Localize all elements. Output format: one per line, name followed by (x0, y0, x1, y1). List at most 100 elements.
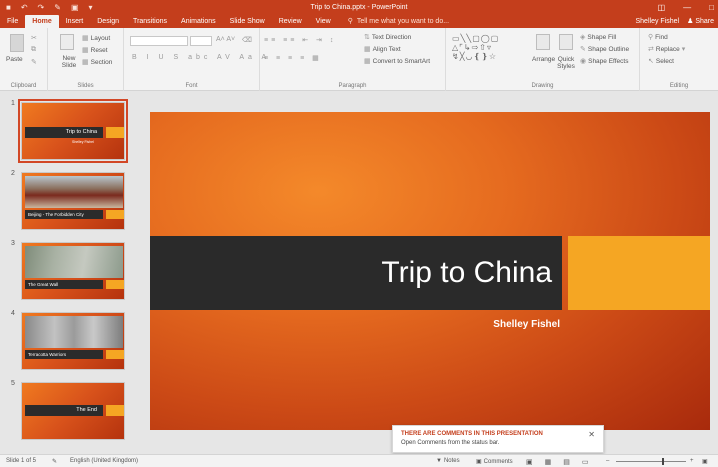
replace-button[interactable]: ⇄ Replace ▾ (648, 45, 685, 54)
zoom-out-icon[interactable]: – (606, 458, 609, 464)
drawing-label: Drawing (531, 83, 554, 89)
shape-effects-button[interactable]: ◉ Shape Effects (580, 57, 628, 66)
slide-show-icon[interactable]: ▭ (582, 458, 589, 466)
account-area: Shelley Fishel ♟ Share (636, 14, 715, 28)
comments-notification[interactable]: THERE ARE COMMENTS IN THIS PRESENTATION … (392, 425, 604, 453)
tab-transitions[interactable]: Transitions (126, 15, 174, 28)
clear-formatting-icon[interactable]: ⌫ (242, 36, 252, 44)
save-icon[interactable]: ■ (6, 3, 11, 12)
editing-group: ⚲ Find ⇄ Replace ▾ ↖ Select Editing (640, 28, 718, 91)
zoom-in-icon[interactable]: + (690, 458, 694, 464)
zoom-slider[interactable] (616, 458, 686, 465)
minimize-icon[interactable]: — (683, 3, 691, 12)
list-buttons[interactable]: ≡≡ ≡≡ ⇤ ⇥ ↕ (264, 36, 336, 44)
cut-icon[interactable]: ✂ (31, 34, 37, 42)
section-button[interactable]: ▦ Section (82, 58, 112, 67)
slide-thumbnail-1[interactable]: Trip to China Shelley Fishel (18, 99, 128, 163)
slide-number: 2 (11, 170, 15, 177)
ribbon-home: Paste ✂ ⧉ ✎ Clipboard New Slide ▦ Layout … (0, 28, 718, 91)
slide-editing-area: Trip to China Shelley Fishel (140, 92, 718, 454)
convert-smartart-button[interactable]: ▦ Convert to SmartArt (364, 57, 431, 66)
tab-home[interactable]: Home (25, 15, 59, 28)
tab-insert[interactable]: Insert (59, 15, 91, 28)
font-name-box[interactable] (130, 36, 188, 46)
spelling-icon[interactable]: ✎ (52, 458, 57, 465)
shape-outline-button[interactable]: ✎ Shape Outline (580, 45, 630, 54)
language-indicator[interactable]: English (United Kingdom) (70, 458, 138, 464)
thumb-subtitle: Shelley Fishel (72, 140, 94, 144)
maximize-icon[interactable]: □ (709, 3, 714, 12)
tab-animations[interactable]: Animations (174, 15, 223, 28)
arrange-icon[interactable] (536, 34, 550, 50)
slide-thumbnail-3[interactable]: The Great Wall (21, 242, 125, 300)
grow-font-icon[interactable]: A˄ A˅ (216, 36, 235, 43)
new-slide-button[interactable]: New Slide (58, 55, 80, 69)
quick-styles-button[interactable]: Quick Styles (555, 56, 577, 70)
slide-thumbnail-panel[interactable]: 1 Trip to China Shelley Fishel 2 Beijing… (0, 92, 140, 454)
drawing-group: ▭╲╲▢◯▢ △⌜↳⇨⇧▿ ↯╳◡❴❵☆ Arrange Quick Styles … (446, 28, 640, 91)
font-format-buttons[interactable]: B I U S abc AV Aa A (132, 54, 270, 61)
current-slide[interactable]: Trip to China Shelley Fishel (150, 112, 710, 430)
select-button[interactable]: ↖ Select (648, 57, 674, 66)
thumb-title-band: Trip to China (25, 127, 103, 138)
redo-icon[interactable]: ↷ (38, 3, 45, 12)
paste-icon[interactable] (10, 34, 24, 52)
replace-icon: ⇄ (648, 46, 654, 53)
slide-thumbnail-5[interactable]: The End (21, 382, 125, 440)
new-slide-icon[interactable] (60, 34, 74, 50)
fit-to-window-icon[interactable]: ▣ (702, 458, 708, 465)
slide-thumbnail-4[interactable]: Terracotta Warriors (21, 312, 125, 370)
thumb-caption-band: The Great Wall (25, 280, 103, 289)
close-icon[interactable]: ✕ (588, 430, 595, 439)
smartart-label: Convert to SmartArt (372, 57, 431, 65)
normal-view-icon[interactable]: ▣ (526, 458, 533, 466)
ribbon-display-options-icon[interactable]: ◫ (658, 3, 666, 12)
copy-icon[interactable]: ⧉ (31, 46, 36, 54)
touch-mode-icon[interactable]: ✎ (54, 3, 61, 12)
title-band: Trip to China (150, 236, 562, 310)
align-text-button[interactable]: ▦ Align Text (364, 45, 401, 54)
cursor-icon: ↖ (648, 58, 654, 65)
font-label: Font (185, 83, 198, 89)
tab-file[interactable]: File (0, 15, 25, 28)
slide-thumbnail-2[interactable]: Beijing - The Forbidden City (21, 172, 125, 230)
format-painter-icon[interactable]: ✎ (31, 58, 37, 66)
slide-number: 4 (11, 310, 15, 317)
tab-view[interactable]: View (309, 15, 338, 28)
notification-body: Open Comments from the status bar. (401, 440, 500, 446)
undo-icon[interactable]: ↶ (21, 3, 28, 12)
text-direction-button[interactable]: ⇅ Text Direction (364, 33, 411, 42)
start-from-beginning-icon[interactable]: ▣ (71, 3, 79, 12)
align-text-label: Align Text (372, 45, 401, 53)
layout-button[interactable]: ▦ Layout (82, 34, 110, 43)
slide-sorter-icon[interactable]: ▦ (545, 458, 552, 466)
tab-slide-show[interactable]: Slide Show (223, 15, 272, 28)
paste-button[interactable]: Paste (6, 56, 23, 63)
slide-subtitle[interactable]: Shelley Fishel (475, 319, 560, 330)
find-button[interactable]: ⚲ Find (648, 33, 668, 42)
tab-review[interactable]: Review (272, 15, 309, 28)
share-button[interactable]: ♟ Share (687, 17, 714, 25)
slides-group: New Slide ▦ Layout ▦ Reset ▦ Section Slides (48, 28, 124, 91)
customize-qat-icon[interactable]: ▾ (89, 3, 93, 12)
reading-view-icon[interactable]: ▤ (563, 458, 570, 466)
zoom-slider-handle[interactable] (662, 458, 664, 465)
window-controls: ◫ — □ (658, 0, 714, 14)
tab-design[interactable]: Design (90, 15, 126, 28)
comments-button[interactable]: ▣ Comments (476, 458, 513, 466)
accent-box (568, 236, 710, 310)
shape-fill-button[interactable]: ◈ Shape Fill (580, 33, 616, 42)
arrange-button[interactable]: Arrange (532, 56, 555, 63)
shapes-gallery[interactable]: ▭╲╲▢◯▢ △⌜↳⇨⇧▿ ↯╳◡❴❵☆ (452, 34, 499, 61)
align-buttons[interactable]: ≡ ≡ ≡ ≡ ▦ (264, 54, 322, 62)
tell-me-search[interactable]: ⚲ Tell me what you want to do... (338, 15, 449, 28)
reset-label: Reset (90, 46, 108, 54)
reset-button[interactable]: ▦ Reset (82, 46, 108, 55)
slide-number: 3 (11, 240, 15, 247)
slide-title[interactable]: Trip to China (381, 236, 552, 310)
font-size-box[interactable] (190, 36, 212, 46)
shape-outline-label: Shape Outline (587, 45, 630, 53)
quick-styles-icon[interactable] (559, 34, 573, 50)
user-name[interactable]: Shelley Fishel (636, 18, 680, 25)
notes-button[interactable]: ▼ Notes (436, 458, 460, 464)
